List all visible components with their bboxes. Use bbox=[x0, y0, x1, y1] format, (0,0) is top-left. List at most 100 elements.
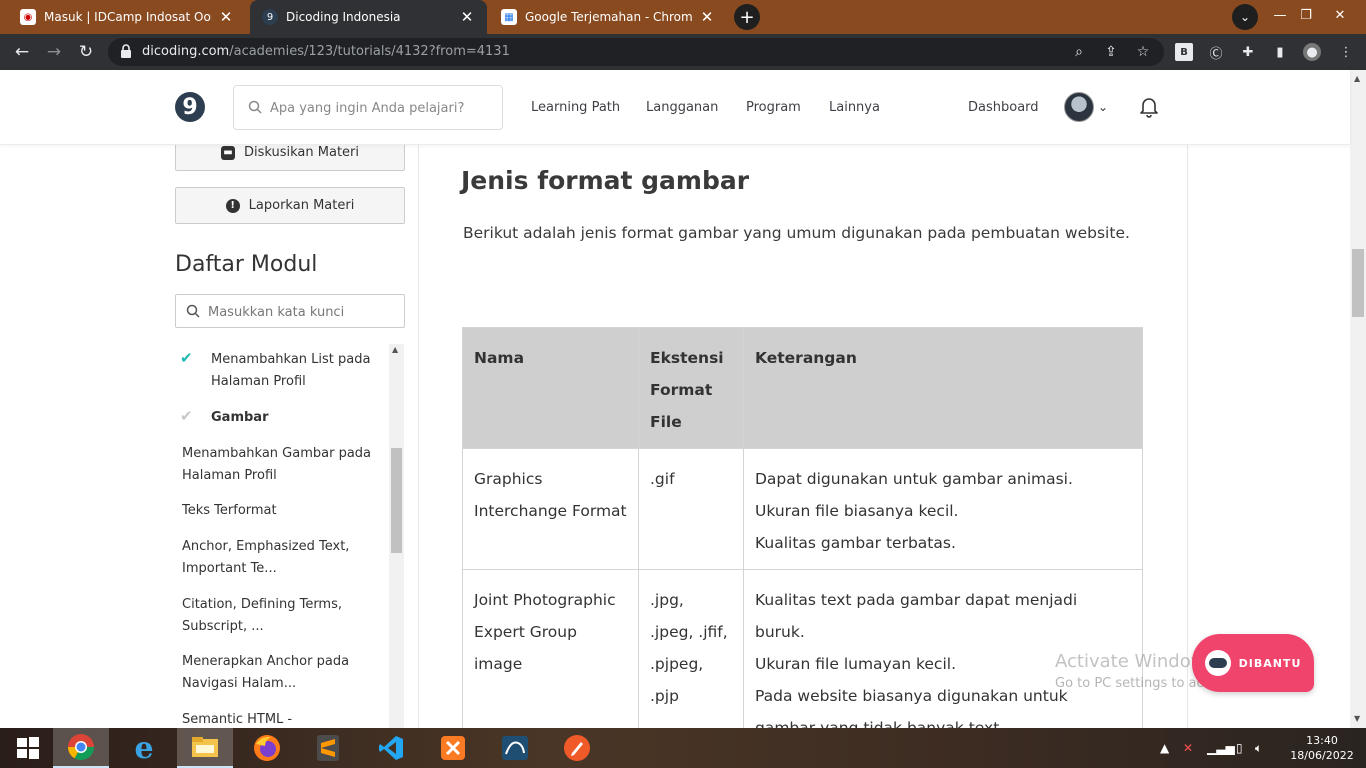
nav-learning-path[interactable]: Learning Path bbox=[531, 100, 620, 115]
table-cell-extension: .jpg, .jpeg, .jfif, .pjpeg, .pjp bbox=[638, 569, 744, 755]
new-tab-button[interactable]: + bbox=[734, 4, 760, 30]
firefox-icon[interactable] bbox=[239, 728, 295, 768]
nav-langganan[interactable]: Langganan bbox=[646, 100, 718, 115]
module-search-input[interactable] bbox=[208, 302, 398, 322]
nav-lainnya[interactable]: Lainnya bbox=[829, 100, 880, 115]
profile-avatar-icon[interactable]: ● bbox=[1303, 43, 1321, 61]
extension-b-icon[interactable]: B bbox=[1175, 43, 1193, 61]
table-cell-extension: .gif bbox=[638, 448, 744, 570]
table-row: Graphics Interchange Format .gif Dapat d… bbox=[462, 448, 1143, 570]
info-icon: ! bbox=[225, 198, 240, 213]
module-item[interactable]: Menambahkan List pada Halaman Profil bbox=[211, 349, 386, 393]
module-item[interactable]: Citation, Defining Terms, Subscript, ... bbox=[182, 594, 382, 638]
tab-idcamp[interactable]: ◉ Masuk | IDCamp Indosat Ooredo ✕ bbox=[8, 0, 246, 34]
scroll-down-arrow-icon[interactable]: ▼ bbox=[1354, 714, 1360, 723]
discuss-material-label: Diskusikan Materi bbox=[243, 145, 360, 160]
internet-explorer-icon[interactable]: e bbox=[116, 728, 172, 768]
tab-title: Masuk | IDCamp Indosat Ooredo bbox=[44, 10, 212, 24]
report-material-label: Laporkan Materi bbox=[248, 198, 355, 213]
page-scroll-thumb[interactable] bbox=[1352, 249, 1364, 317]
windows-taskbar: e ▲ ✕ ▁▃▅ ▯ 🔈︎ bbox=[0, 728, 1366, 768]
clock-date: 18/06/2022 bbox=[1290, 749, 1354, 762]
content-title: Jenis format gambar bbox=[461, 166, 750, 195]
module-list: ✔ Menambahkan List pada Halaman Profil ✔… bbox=[175, 344, 405, 728]
description-line: Kualitas gambar terbatas. bbox=[755, 534, 956, 552]
dibantu-help-button[interactable]: DIBANTU bbox=[1192, 634, 1314, 692]
check-current-icon: ✔ bbox=[180, 407, 193, 425]
site-search-input[interactable] bbox=[270, 98, 495, 118]
taskbar-clock[interactable]: 13:40 18/06/2022 bbox=[1284, 733, 1360, 763]
share-icon[interactable]: ⇪ bbox=[1102, 43, 1120, 61]
module-item[interactable]: Anchor, Emphasized Text, Important Te... bbox=[182, 536, 382, 580]
module-item[interactable]: Teks Terformat bbox=[182, 500, 382, 522]
page-scrollbar[interactable] bbox=[1350, 70, 1366, 728]
battery-icon[interactable]: ▯ bbox=[1236, 728, 1243, 768]
dicoding-favicon-icon: 9 bbox=[262, 9, 278, 25]
tab-search-button[interactable]: ⌄ bbox=[1232, 4, 1258, 30]
chrome-menu-icon[interactable]: ⋮ bbox=[1337, 43, 1355, 61]
side-panel-icon[interactable]: ▮ bbox=[1271, 43, 1289, 61]
report-material-button[interactable]: ! Laporkan Materi bbox=[175, 187, 405, 224]
close-window-icon[interactable]: ✕ bbox=[1318, 0, 1362, 30]
chrome-taskbar-icon[interactable] bbox=[53, 728, 109, 768]
zoom-icon[interactable]: ⌕ bbox=[1070, 43, 1088, 61]
back-icon[interactable]: ← bbox=[10, 40, 34, 64]
module-search-box[interactable] bbox=[175, 294, 405, 328]
volume-icon[interactable]: 🔈︎ bbox=[1255, 728, 1262, 768]
mysql-workbench-icon[interactable] bbox=[487, 728, 543, 768]
close-tab-icon[interactable]: ✕ bbox=[699, 8, 715, 26]
show-hidden-icons[interactable]: ▲ bbox=[1160, 728, 1169, 768]
close-tab-icon[interactable]: ✕ bbox=[218, 8, 234, 26]
scroll-up-arrow-icon[interactable]: ▲ bbox=[1354, 74, 1360, 83]
table-header-extension: Ekstensi Format File bbox=[638, 327, 744, 449]
extensions-puzzle-icon[interactable]: ✚ bbox=[1239, 43, 1257, 61]
dicoding-logo[interactable]: 9 bbox=[175, 92, 205, 122]
windows-start-icon[interactable] bbox=[0, 728, 56, 768]
wifi-signal-icon[interactable]: ▁▃▅ bbox=[1207, 728, 1235, 768]
site-search-box[interactable] bbox=[233, 85, 503, 130]
vscode-icon[interactable] bbox=[363, 728, 419, 768]
table-cell-name: Graphics Interchange Format bbox=[462, 448, 639, 570]
nav-program[interactable]: Program bbox=[746, 100, 801, 115]
nav-dashboard[interactable]: Dashboard bbox=[968, 100, 1039, 115]
url-text: dicoding.com/academies/123/tutorials/413… bbox=[142, 44, 510, 59]
tab-google-translate[interactable]: ▦ Google Terjemahan - Chrome We ✕ bbox=[489, 0, 727, 34]
xampp-icon[interactable] bbox=[425, 728, 481, 768]
table-row: Joint Photographic Expert Group image .j… bbox=[462, 569, 1143, 755]
module-item[interactable]: Menambahkan Gambar pada Halaman Profil bbox=[182, 443, 382, 487]
check-done-icon: ✔ bbox=[180, 349, 193, 367]
module-list-scroll-thumb[interactable] bbox=[391, 448, 402, 553]
chevron-down-icon[interactable]: ⌄ bbox=[1098, 100, 1108, 114]
content-divider-left bbox=[418, 145, 419, 728]
url-host: dicoding.com bbox=[142, 44, 230, 59]
close-tab-icon[interactable]: ✕ bbox=[459, 8, 475, 26]
sublime-text-icon[interactable] bbox=[300, 728, 356, 768]
search-icon bbox=[248, 100, 262, 114]
pencil-app-icon[interactable] bbox=[549, 728, 605, 768]
user-avatar[interactable] bbox=[1064, 92, 1094, 122]
description-line: Kualitas text pada gambar dapat menjadi … bbox=[755, 591, 1078, 641]
module-item-current[interactable]: Gambar bbox=[211, 407, 386, 429]
module-item[interactable]: Menerapkan Anchor pada Navigasi Halam... bbox=[182, 651, 382, 695]
table-header-description: Keterangan bbox=[743, 327, 1143, 449]
notification-bell-icon[interactable] bbox=[1139, 96, 1159, 118]
activate-windows-title: Activate Windows bbox=[1055, 651, 1215, 672]
image-format-table: Nama Ekstensi Format File Keterangan Gra… bbox=[462, 327, 1143, 755]
table-cell-description: Dapat digunakan untuk gambar animasi. Uk… bbox=[743, 448, 1143, 570]
tab-title: Google Terjemahan - Chrome We bbox=[525, 10, 693, 24]
module-item[interactable]: Semantic HTML - bbox=[182, 709, 382, 728]
tab-dicoding[interactable]: 9 Dicoding Indonesia ✕ bbox=[250, 0, 487, 34]
dibantu-label: DIBANTU bbox=[1238, 656, 1302, 670]
address-bar[interactable]: dicoding.com/academies/123/tutorials/413… bbox=[108, 38, 1164, 66]
idcamp-favicon-icon: ◉ bbox=[20, 9, 36, 25]
reload-icon[interactable]: ↻ bbox=[74, 40, 98, 64]
table-header-row: Nama Ekstensi Format File Keterangan bbox=[462, 327, 1143, 449]
extension-grammar-icon[interactable]: Ⓒ bbox=[1207, 43, 1225, 62]
forward-icon[interactable]: → bbox=[42, 40, 66, 64]
network-disconnected-icon[interactable]: ✕ bbox=[1183, 728, 1193, 768]
site-header: 9 Learning Path Langganan Program Lainny… bbox=[0, 70, 1350, 145]
chat-icon: ▬ bbox=[220, 145, 235, 160]
bookmark-star-icon[interactable]: ☆ bbox=[1134, 43, 1152, 61]
scroll-up-arrow-icon[interactable]: ▲ bbox=[392, 345, 398, 354]
file-explorer-icon[interactable] bbox=[177, 728, 233, 768]
